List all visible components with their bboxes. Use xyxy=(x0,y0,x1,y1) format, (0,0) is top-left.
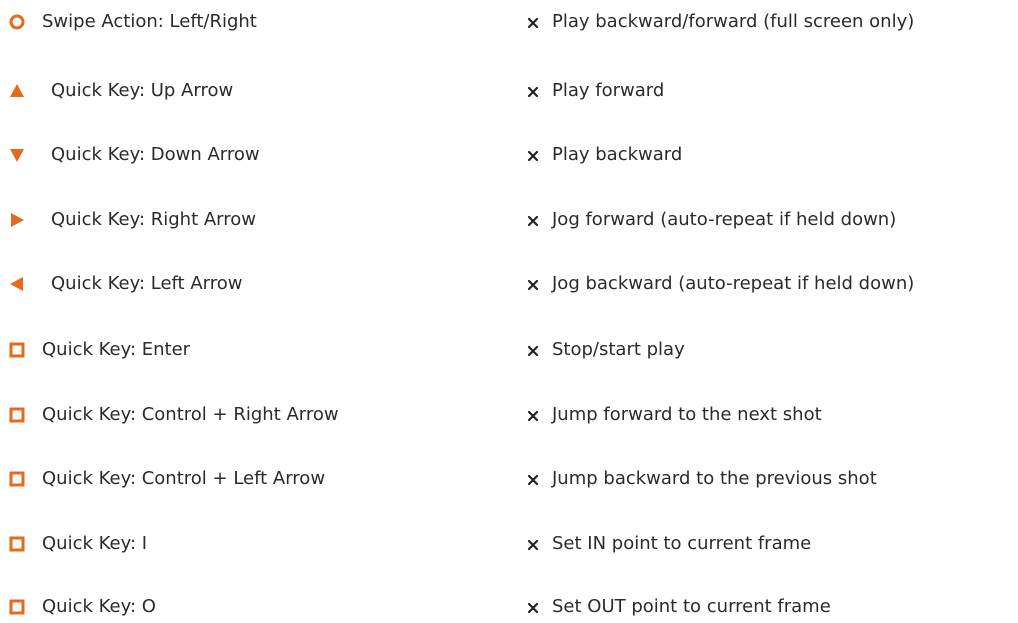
shortcut-row: Quick Key: Right Arrow Jog forward (auto… xyxy=(0,204,1018,236)
square-icon xyxy=(8,535,26,553)
key-label: Quick Key: Enter xyxy=(42,339,191,360)
shortcut-row: Quick Key: Control + Right Arrow Jump fo… xyxy=(0,399,1018,431)
x-bullet-icon xyxy=(527,537,539,551)
action-label: Stop/start play xyxy=(552,339,685,360)
shortcut-row: Quick Key: Control + Left Arrow Jump bac… xyxy=(0,463,1018,495)
triangle-left-icon xyxy=(8,275,26,293)
square-icon xyxy=(8,470,26,488)
x-bullet-icon xyxy=(527,148,539,162)
shortcut-row: Quick Key: O Set OUT point to current fr… xyxy=(0,591,1018,623)
x-bullet-icon xyxy=(527,213,539,227)
action-label: Play forward xyxy=(552,80,665,101)
action-label: Jog backward (auto-repeat if held down) xyxy=(552,273,915,294)
shortcut-list: Swipe Action: Left/Right Play backward/f… xyxy=(0,0,1018,622)
key-label: Quick Key: Right Arrow xyxy=(51,209,256,230)
action-label: Play backward/forward (full screen only) xyxy=(552,11,915,32)
square-icon xyxy=(8,406,26,424)
action-label: Jump backward to the previous shot xyxy=(552,468,877,489)
key-label: Swipe Action: Left/Right xyxy=(42,11,257,32)
triangle-up-icon xyxy=(8,82,26,100)
x-bullet-icon xyxy=(527,343,539,357)
x-bullet-icon xyxy=(527,600,539,614)
action-label: Jog forward (auto-repeat if held down) xyxy=(552,209,897,230)
shortcut-row: Quick Key: Left Arrow Jog backward (auto… xyxy=(0,268,1018,300)
key-label: Quick Key: O xyxy=(42,596,156,617)
triangle-right-icon xyxy=(8,211,26,229)
square-icon xyxy=(8,341,26,359)
key-label: Quick Key: Control + Right Arrow xyxy=(42,404,339,425)
x-bullet-icon xyxy=(527,277,539,291)
x-bullet-icon xyxy=(527,472,539,486)
shortcut-row: Quick Key: Up Arrow Play forward xyxy=(0,75,1018,107)
shortcut-row: Quick Key: Enter Stop/start play xyxy=(0,334,1018,366)
square-icon xyxy=(8,598,26,616)
key-label: Quick Key: Left Arrow xyxy=(51,273,243,294)
triangle-down-icon xyxy=(8,146,26,164)
action-label: Play backward xyxy=(552,144,683,165)
shortcut-row: Quick Key: Down Arrow Play backward xyxy=(0,139,1018,171)
x-bullet-icon xyxy=(527,15,539,29)
key-label: Quick Key: Control + Left Arrow xyxy=(42,468,326,489)
circle-icon xyxy=(8,13,26,31)
shortcut-row: Swipe Action: Left/Right Play backward/f… xyxy=(0,6,1018,38)
shortcut-row: Quick Key: I Set IN point to current fra… xyxy=(0,528,1018,560)
x-bullet-icon xyxy=(527,408,539,422)
action-label: Set IN point to current frame xyxy=(552,533,812,554)
key-label: Quick Key: I xyxy=(42,533,148,554)
x-bullet-icon xyxy=(527,84,539,98)
key-label: Quick Key: Up Arrow xyxy=(51,80,234,101)
key-label: Quick Key: Down Arrow xyxy=(51,144,260,165)
action-label: Set OUT point to current frame xyxy=(552,596,831,617)
action-label: Jump forward to the next shot xyxy=(552,404,822,425)
